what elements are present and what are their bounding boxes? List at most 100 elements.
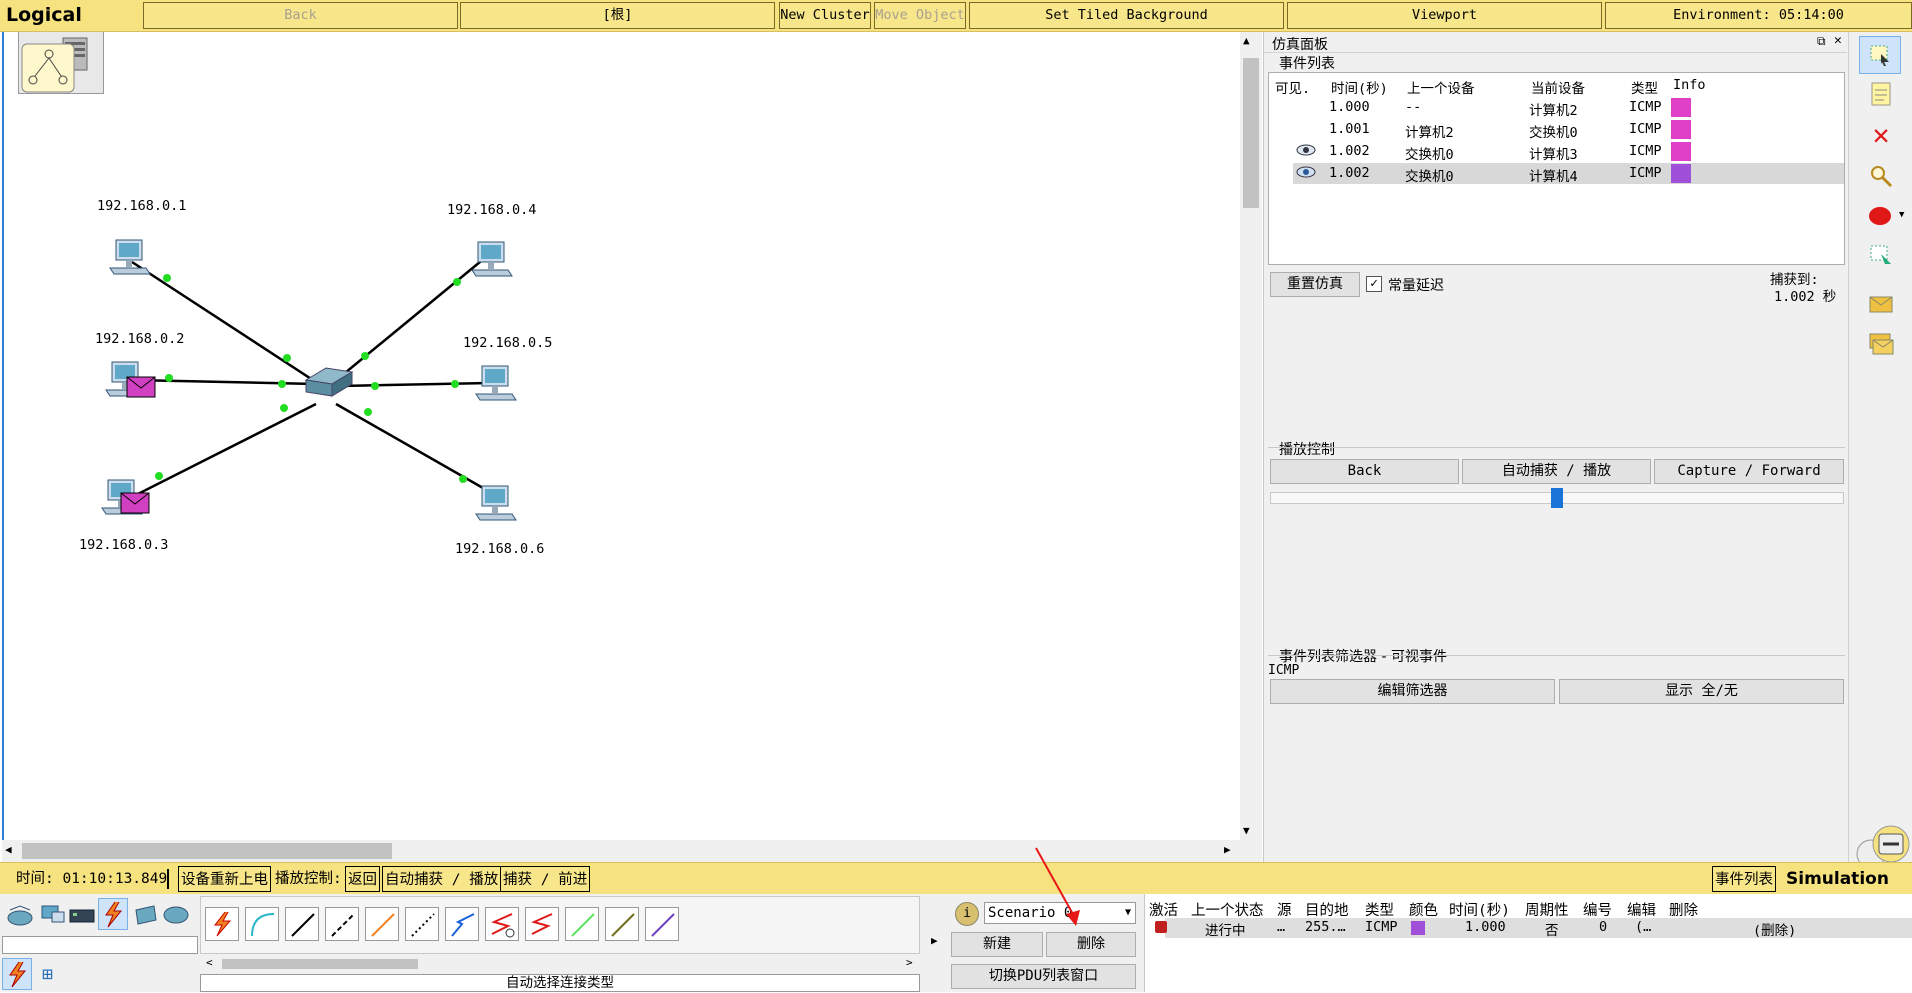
restore-icon[interactable]: ⧉ xyxy=(1817,34,1826,49)
event-list-button[interactable]: 事件列表 xyxy=(1712,866,1776,892)
misc-category-icon[interactable] xyxy=(132,902,160,932)
set-tiled-background-button[interactable]: Set Tiled Background xyxy=(969,2,1284,29)
vertical-scrollbar[interactable]: ▲ ▼ xyxy=(1240,32,1262,862)
eye-icon[interactable] xyxy=(1295,141,1317,163)
component-category-icon[interactable] xyxy=(68,902,96,932)
scroll-thumb[interactable] xyxy=(22,843,392,859)
pc-icon[interactable] xyxy=(108,238,152,280)
status-capture-forward-button[interactable]: 捕获 / 前进 xyxy=(500,866,591,892)
ip-label: 192.168.0.4 xyxy=(444,202,540,218)
serial-dte-cable-icon[interactable] xyxy=(525,907,559,941)
pdu-row[interactable]: 进行中 … 255.… ICMP 1.000 否 0 (… (删除) xyxy=(1155,918,1912,939)
add-complex-pdu-icon[interactable] xyxy=(1867,330,1895,358)
inspect-icon[interactable] xyxy=(1867,162,1895,190)
capture-forward-button[interactable]: Capture / Forward xyxy=(1654,459,1844,484)
console-cable-icon[interactable] xyxy=(245,907,279,941)
pdu-edit[interactable]: (… xyxy=(1635,919,1651,935)
event-row[interactable]: 1.002 交换机0 计算机3 ICMP xyxy=(1269,141,1844,163)
move-object-button[interactable]: Move Object xyxy=(874,2,966,29)
power-cycle-devices-button[interactable]: 设备重新上电 xyxy=(178,866,271,892)
straight-through-cable-icon[interactable] xyxy=(285,907,319,941)
end-device-category-icon[interactable] xyxy=(38,902,66,932)
event-list-table[interactable]: 可见. 时间(秒) 上一个设备 当前设备 类型 Info 1.000 -- 计算… xyxy=(1268,72,1845,265)
info-color-swatch[interactable] xyxy=(1671,120,1691,139)
pdu-delete[interactable]: (删除) xyxy=(1753,919,1796,939)
edit-filter-button[interactable]: 编辑筛选器 xyxy=(1270,679,1555,704)
pc-icon[interactable] xyxy=(470,240,514,282)
grid-icon[interactable]: ⊞ xyxy=(42,964,53,985)
fiber-cable-icon[interactable] xyxy=(365,907,399,941)
environment-button[interactable]: Environment: 05:14:00 xyxy=(1605,2,1912,29)
chevron-down-icon: ▼ xyxy=(1124,907,1131,918)
info-color-swatch[interactable] xyxy=(1671,142,1691,161)
event-row[interactable]: 1.000 -- 计算机2 ICMP xyxy=(1269,97,1844,119)
envelope-icon[interactable] xyxy=(126,376,156,402)
new-scenario-button[interactable]: 新建 xyxy=(951,932,1043,957)
scroll-left-icon[interactable]: ◀ xyxy=(5,843,12,856)
eye-icon[interactable] xyxy=(1295,163,1317,185)
device-search-box[interactable] xyxy=(2,936,198,954)
add-simple-pdu-icon[interactable] xyxy=(1867,290,1895,318)
scroll-thumb[interactable] xyxy=(222,959,418,969)
toggle-pdu-list-button[interactable]: 切换PDU列表窗口 xyxy=(951,964,1136,989)
lightning-icon[interactable] xyxy=(2,958,32,990)
show-all-none-button[interactable]: 显示 全/无 xyxy=(1559,679,1844,704)
info-icon[interactable]: i xyxy=(955,902,979,926)
pdu-column-header: 周期性 xyxy=(1525,903,1569,919)
envelope-icon[interactable] xyxy=(120,492,150,518)
auto-connection-icon[interactable] xyxy=(205,907,239,941)
pdu-column-header: 编辑 xyxy=(1627,903,1656,919)
delete-scenario-button[interactable]: 删除 xyxy=(1046,932,1136,957)
octal-cable-icon[interactable] xyxy=(565,907,599,941)
new-cluster-button[interactable]: New Cluster xyxy=(779,2,871,29)
playback-back-button[interactable]: Back xyxy=(1270,459,1459,484)
play-speed-slider[interactable] xyxy=(1270,488,1844,508)
root-button[interactable]: [根] xyxy=(460,2,775,29)
simulation-mode-label[interactable]: Simulation xyxy=(1786,866,1889,892)
constant-delay-label: 常量延迟 xyxy=(1388,278,1444,294)
auto-capture-play-button[interactable]: 自动捕获 / 播放 xyxy=(1462,459,1651,484)
draw-ellipse-icon[interactable] xyxy=(1867,202,1895,230)
note-icon[interactable] xyxy=(1867,80,1895,108)
coaxial-cable-icon[interactable] xyxy=(445,907,479,941)
expand-arrow-icon[interactable]: ▶ xyxy=(931,934,938,947)
event-row-selected[interactable]: 1.002 交换机0 计算机4 ICMP xyxy=(1293,163,1844,185)
connection-scrollbar[interactable]: < > xyxy=(200,956,920,972)
chevron-down-icon[interactable]: ▼ xyxy=(1899,210,1904,220)
scroll-right-icon[interactable]: ▶ xyxy=(1224,843,1231,856)
pdu-column-header: 时间(秒) xyxy=(1449,903,1510,919)
slider-thumb[interactable] xyxy=(1551,488,1563,508)
serial-dce-cable-icon[interactable] xyxy=(485,907,519,941)
simulation-clock-icon[interactable] xyxy=(1853,820,1910,869)
connections-category-icon[interactable] xyxy=(98,898,128,930)
scroll-left-icon[interactable]: < xyxy=(206,956,213,969)
crossover-cable-icon[interactable] xyxy=(325,907,359,941)
usb-cable-icon[interactable] xyxy=(645,907,679,941)
pc-icon[interactable] xyxy=(474,364,518,406)
reset-simulation-button[interactable]: 重置仿真 xyxy=(1270,272,1360,297)
router-category-icon[interactable] xyxy=(6,902,34,932)
scroll-thumb[interactable] xyxy=(1243,58,1259,208)
close-icon[interactable]: ✕ xyxy=(1834,33,1842,48)
annotation-arrow xyxy=(1035,847,1080,926)
info-color-swatch[interactable] xyxy=(1671,164,1691,183)
event-row[interactable]: 1.001 计算机2 交换机0 ICMP xyxy=(1269,119,1844,141)
scroll-right-icon[interactable]: > xyxy=(906,956,913,969)
constant-delay-checkbox[interactable]: ✓ xyxy=(1366,276,1382,292)
back-button[interactable]: Back xyxy=(143,2,458,29)
status-auto-capture-button[interactable]: 自动捕获 / 播放 xyxy=(382,866,502,892)
viewport-button[interactable]: Viewport xyxy=(1287,2,1602,29)
multiuser-category-icon[interactable] xyxy=(162,902,190,932)
info-color-swatch[interactable] xyxy=(1671,98,1691,117)
pc-icon[interactable] xyxy=(474,484,518,526)
scroll-up-icon[interactable]: ▲ xyxy=(1243,34,1250,47)
status-back-button[interactable]: 返回 xyxy=(345,866,380,892)
iot-cable-icon[interactable] xyxy=(605,907,639,941)
resize-shape-icon[interactable] xyxy=(1867,242,1895,270)
logical-workspace[interactable]: 192.168.0.1 192.168.0.2 192.168.0.3 192.… xyxy=(2,32,1242,862)
scroll-down-icon[interactable]: ▼ xyxy=(1243,824,1250,837)
delete-icon[interactable]: ✕ xyxy=(1867,118,1895,151)
active-indicator[interactable] xyxy=(1155,921,1167,933)
select-icon[interactable] xyxy=(1859,36,1901,74)
phone-cable-icon[interactable] xyxy=(405,907,439,941)
